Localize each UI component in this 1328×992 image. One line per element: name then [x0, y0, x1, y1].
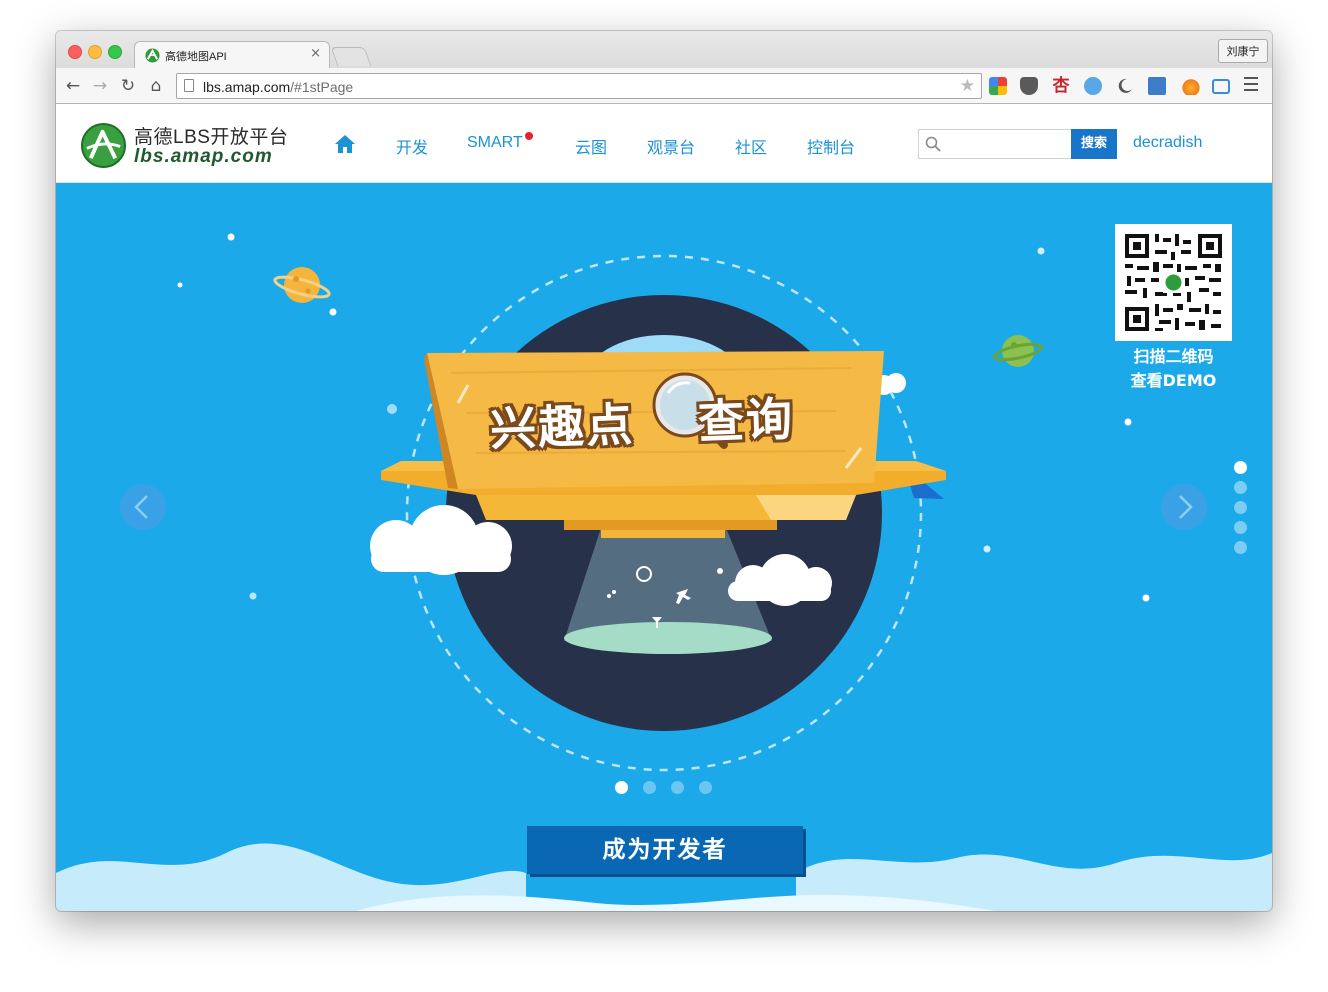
amap-favicon-icon	[145, 48, 160, 63]
tab-title: 高德地图API	[165, 51, 227, 63]
side-page-dot-1[interactable]	[1234, 461, 1247, 474]
slide-dot-2[interactable]	[643, 781, 656, 794]
search-icon	[925, 136, 941, 152]
username-link[interactable]: decradish	[1133, 134, 1202, 152]
logo-domain: lbs.amap.com	[134, 146, 273, 167]
orange-planet	[273, 267, 331, 303]
mail-extension-icon[interactable]	[1148, 77, 1166, 95]
bookmark-star-icon[interactable]: ★	[960, 76, 975, 96]
zoom-window-button[interactable]	[108, 45, 122, 59]
reload-icon[interactable]: ↻	[118, 76, 138, 96]
next-slide-button[interactable]	[1161, 484, 1207, 530]
minimize-window-button[interactable]	[88, 45, 102, 59]
browser-window: 高德地图API × 刘康宁 ← → ↻ ⌂ lbs.amap.com/#1stP…	[56, 31, 1272, 911]
nav-observatory[interactable]: 观景台	[647, 134, 695, 158]
beam-ground	[564, 622, 772, 654]
chevron-left-icon	[134, 495, 148, 519]
slide-dot-3[interactable]	[671, 781, 684, 794]
amap-logo-icon[interactable]	[81, 123, 126, 168]
side-page-dot-4[interactable]	[1234, 521, 1247, 534]
prev-slide-button[interactable]	[120, 484, 166, 530]
dictionary-extension-icon[interactable]: 杏	[1052, 77, 1070, 95]
banner-title: 兴趣点 查询	[489, 383, 795, 460]
fire-extension-icon[interactable]	[1182, 77, 1200, 95]
url-path: /#1stPage	[290, 79, 354, 95]
nav-community[interactable]: 社区	[735, 134, 767, 158]
become-developer-button[interactable]: 成为开发者	[527, 826, 803, 874]
folder-extension-icon[interactable]	[1212, 79, 1230, 94]
page-icon	[184, 79, 194, 92]
close-window-button[interactable]	[68, 45, 82, 59]
nav-console[interactable]: 控制台	[807, 134, 855, 158]
tab-close-icon[interactable]: ×	[310, 46, 321, 61]
green-planet	[992, 335, 1044, 367]
logo-title: 高德LBS开放平台	[134, 127, 289, 148]
qr-caption: 扫描二维码 查看DEMO	[1115, 345, 1232, 393]
new-tab-button[interactable]	[330, 47, 372, 66]
profile-button[interactable]: 刘康宁	[1218, 39, 1268, 63]
banner-title-right: 查询	[697, 391, 795, 450]
tab-strip: 高德地图API × 刘康宁	[56, 31, 1272, 68]
nav-smart[interactable]: SMART	[467, 134, 523, 152]
back-arrow-icon[interactable]: ←	[63, 76, 83, 96]
qr-caption-line2: 查看DEMO	[1130, 371, 1217, 390]
side-page-dot-5[interactable]	[1234, 541, 1247, 554]
slide-dot-4[interactable]	[699, 781, 712, 794]
url-text: lbs.amap.com/#1stPage	[203, 79, 353, 95]
chrome-menu-icon[interactable]	[1244, 77, 1258, 95]
qr-code-image	[1125, 234, 1222, 331]
nav-develop[interactable]: 开发	[396, 134, 428, 158]
nav-cloud-map[interactable]: 云图	[575, 134, 607, 158]
night-mode-extension-icon[interactable]	[1116, 77, 1134, 95]
qr-code	[1115, 224, 1232, 341]
chrome-extension-icon[interactable]	[989, 77, 1007, 95]
url-host: lbs.amap.com	[203, 79, 291, 95]
qr-caption-line1: 扫描二维码	[1133, 347, 1214, 366]
browser-tab[interactable]: 高德地图API ×	[134, 41, 330, 68]
side-page-dot-3[interactable]	[1234, 501, 1247, 514]
browser-toolbar: ← → ↻ ⌂ lbs.amap.com/#1stPage ★ 杏	[56, 68, 1272, 104]
search-button[interactable]: 搜索	[1071, 129, 1117, 159]
new-badge	[525, 132, 533, 140]
chevron-right-icon	[1179, 495, 1193, 519]
forward-arrow-icon[interactable]: →	[90, 76, 110, 96]
vimium-extension-icon[interactable]	[1084, 77, 1102, 95]
side-page-dot-2[interactable]	[1234, 481, 1247, 494]
address-bar[interactable]: lbs.amap.com/#1stPage ★	[176, 73, 982, 99]
hero-carousel: 兴趣点 查询 扫描二维码 查看DEMO 成为开发者	[56, 183, 1272, 911]
banner-title-left: 兴趣点	[489, 397, 636, 457]
home-icon[interactable]	[334, 134, 356, 154]
site-header: 高德LBS开放平台 lbs.amap.com 开发 SMART 云图 观景台 社…	[56, 104, 1272, 183]
hero-illustration	[56, 233, 1272, 911]
home-browser-icon[interactable]: ⌂	[146, 76, 166, 96]
slide-dot-1[interactable]	[615, 781, 628, 794]
pocket-extension-icon[interactable]	[1020, 77, 1038, 95]
